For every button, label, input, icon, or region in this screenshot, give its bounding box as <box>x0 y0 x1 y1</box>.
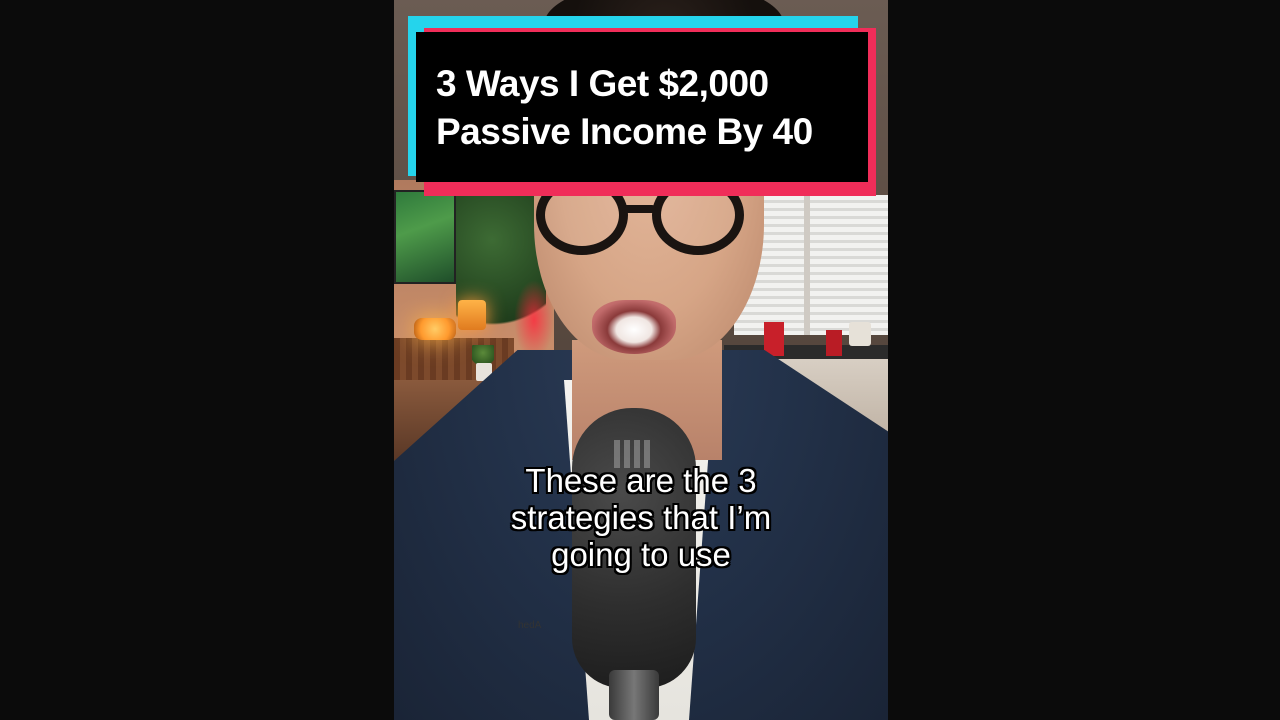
caption-line-2: strategies that I’m <box>510 499 772 536</box>
title-line-1: 3 Ways I Get $2,000 <box>436 63 769 104</box>
person-mouth <box>592 300 676 354</box>
right-letterbox <box>888 0 1280 720</box>
caption-line-3: going to use <box>551 536 731 573</box>
red-book <box>826 330 842 356</box>
title-line-2: Passive Income By 40 <box>436 111 813 152</box>
video-frame[interactable]: hedA 3 Ways I Get $2,000 Passive Income … <box>394 0 888 720</box>
orange-lamp <box>414 318 456 340</box>
orange-light <box>458 300 486 330</box>
glasses-bridge <box>622 205 656 213</box>
microphone-stand <box>609 670 659 720</box>
subtitle-caption: These are the 3 strategies that I’m goin… <box>394 462 888 573</box>
title-card: 3 Ways I Get $2,000 Passive Income By 40 <box>408 16 876 196</box>
plant-pot <box>849 322 871 346</box>
shirt-print: hedA <box>518 620 542 631</box>
left-letterbox <box>0 0 394 720</box>
tv-screen <box>394 190 456 284</box>
title-text: 3 Ways I Get $2,000 Passive Income By 40 <box>436 60 866 156</box>
caption-line-1: These are the 3 <box>525 462 757 499</box>
red-book <box>764 322 784 356</box>
